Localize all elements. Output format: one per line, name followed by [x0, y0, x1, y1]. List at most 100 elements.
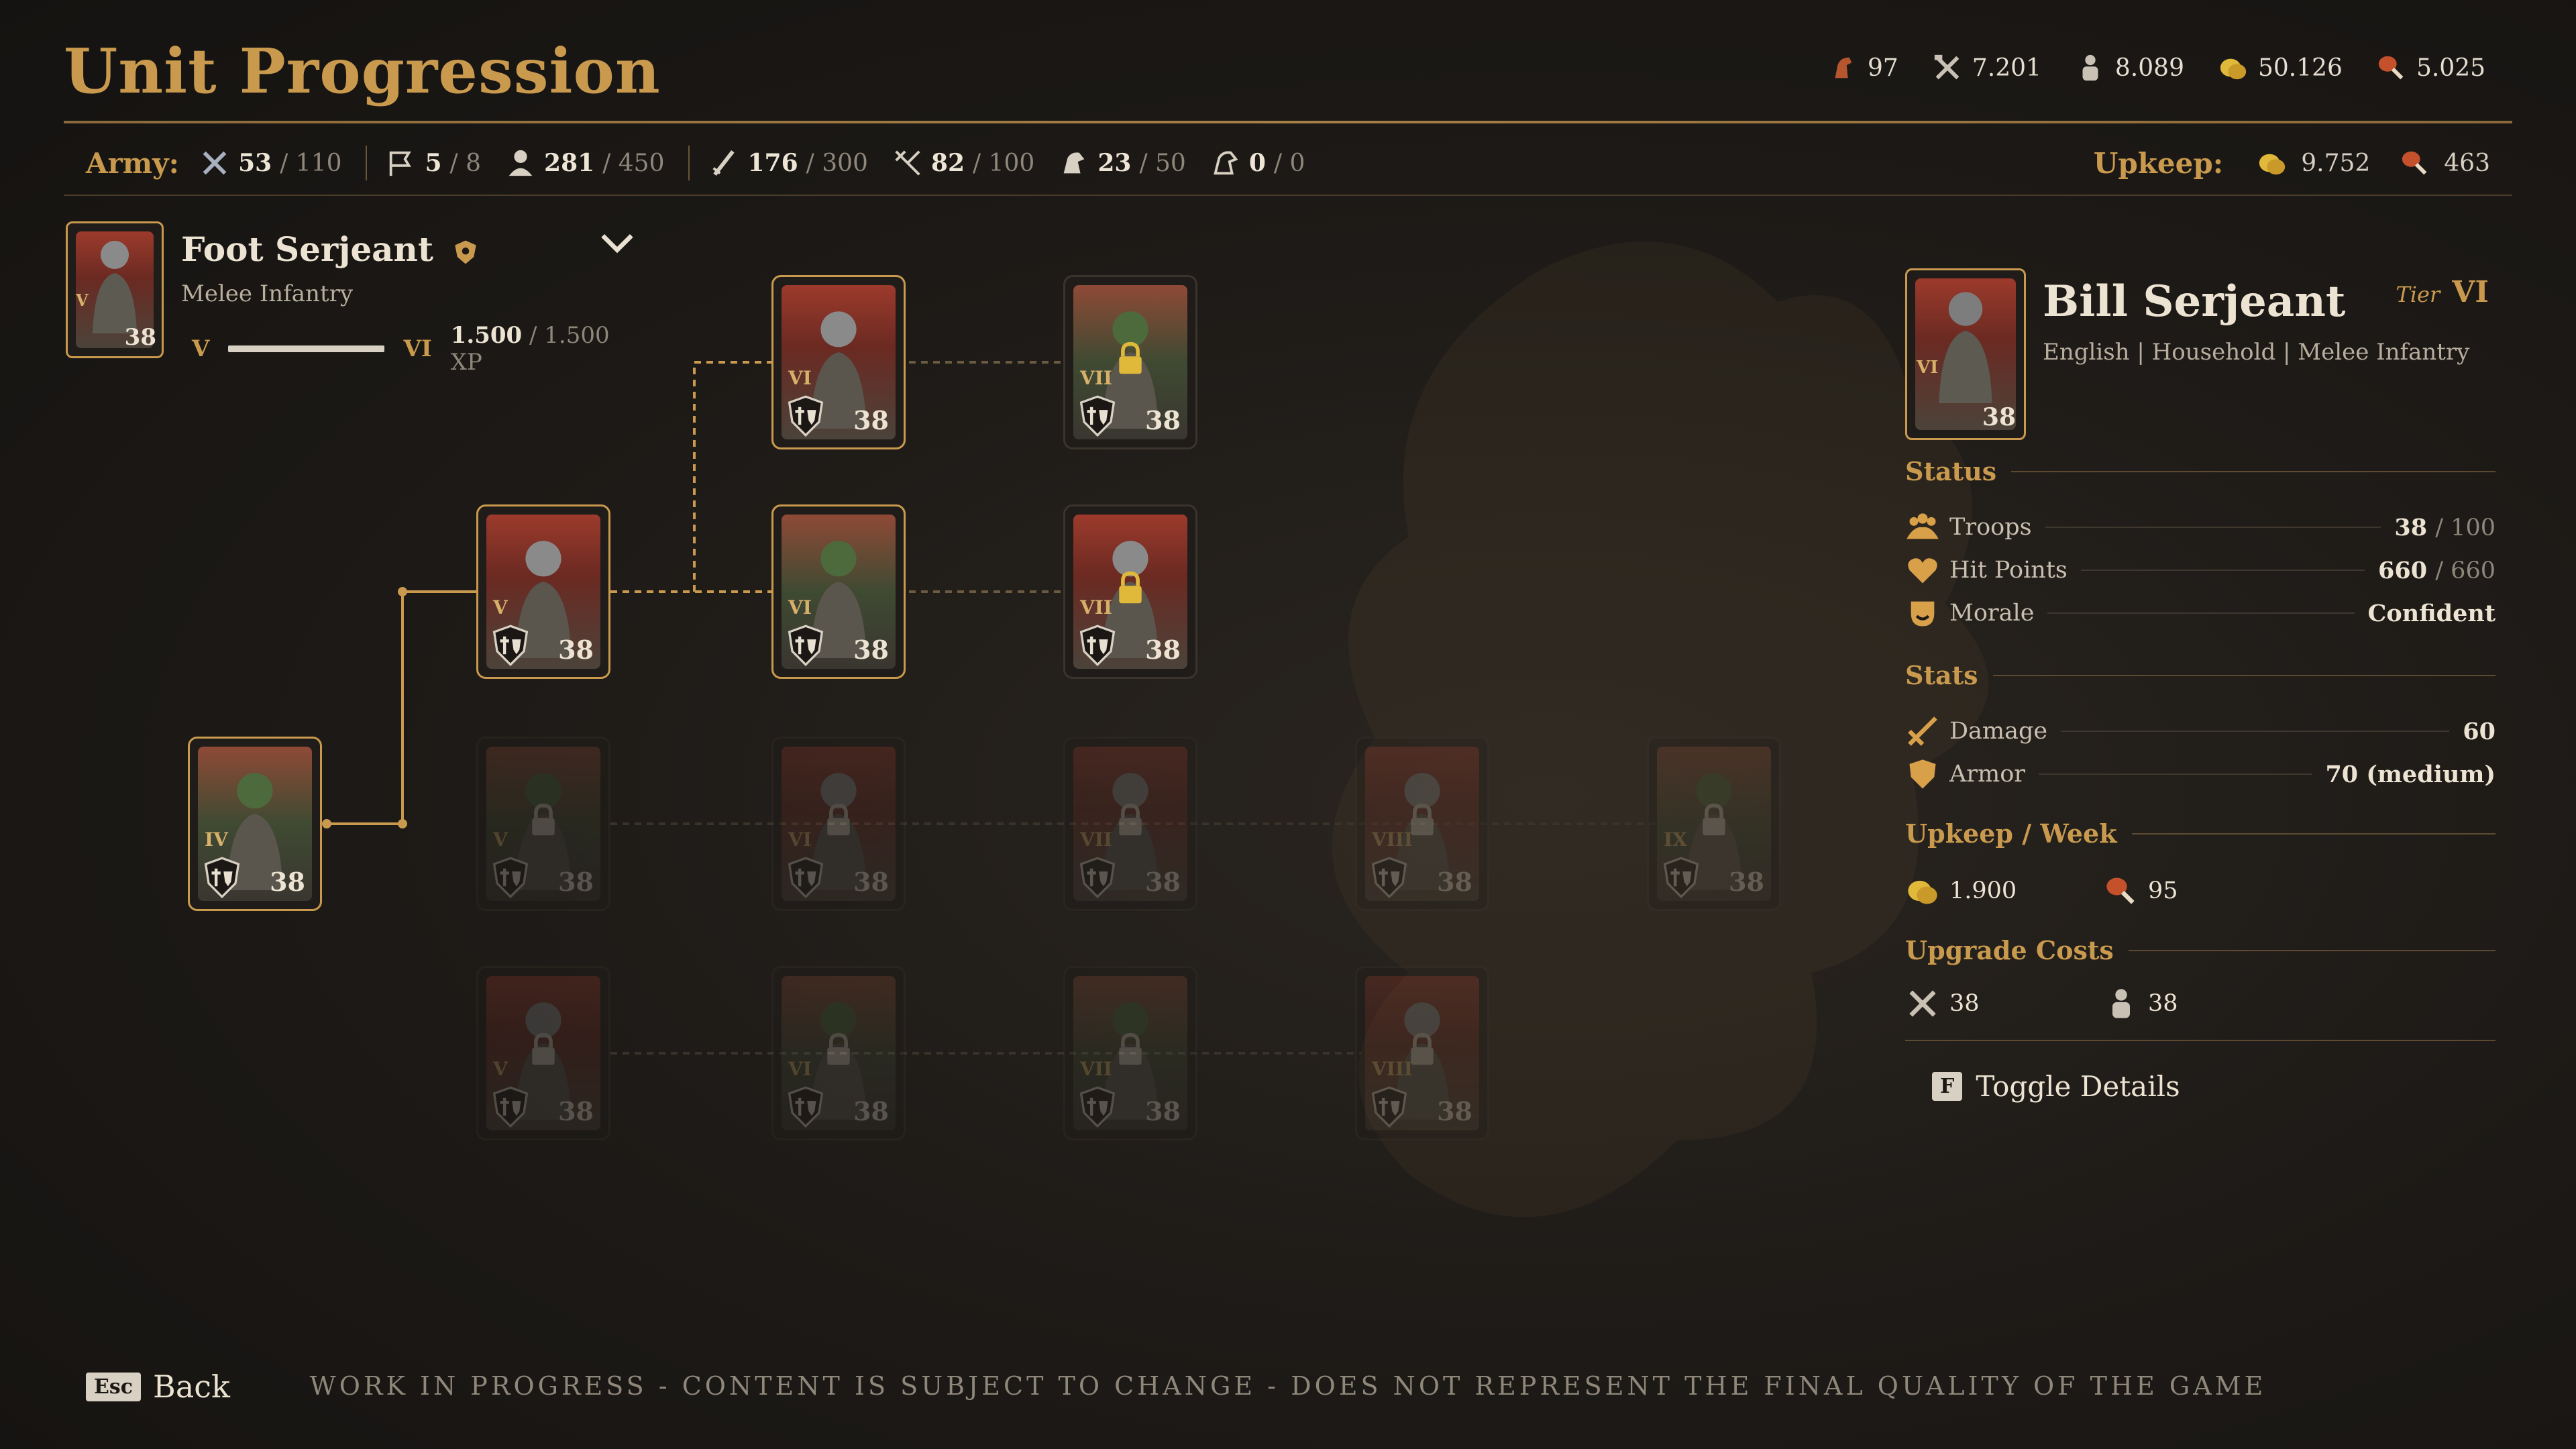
upgrade-costs-row: 38 38 — [1905, 986, 2496, 1021]
card-count: 38 — [853, 1096, 889, 1126]
portrait-tier: VI — [1917, 358, 1939, 378]
unit-class-badge-icon — [492, 1086, 529, 1128]
upkeep-food: 95 — [2148, 877, 2178, 904]
f-key-hint: F — [1932, 1072, 1963, 1101]
lock-icon — [1703, 803, 1725, 836]
card-tier: VI — [788, 596, 812, 619]
soldier-figure — [1939, 292, 1992, 403]
card-count: 38 — [1729, 867, 1764, 897]
food-drumstick-icon — [2104, 873, 2139, 908]
unit-class-badge-icon — [1079, 395, 1116, 437]
upkeep-gold: 1.900 — [1949, 877, 2017, 904]
troops-icon — [1905, 510, 1940, 545]
card-count: 38 — [1145, 1096, 1181, 1126]
population-icon — [2104, 986, 2139, 1021]
panel-divider — [1905, 1040, 2496, 1041]
damage-label: Damage — [1949, 718, 2048, 745]
upgrade-population-cost: 38 — [2148, 990, 2178, 1017]
card-tier: VII — [1080, 1058, 1112, 1080]
lock-icon — [1119, 341, 1142, 374]
unit-card[interactable]: VI 38 — [771, 966, 906, 1140]
unit-card[interactable]: V 38 — [476, 966, 610, 1140]
toggle-details-button[interactable]: F Toggle Details — [1932, 1070, 2180, 1103]
card-count: 38 — [853, 867, 889, 897]
card-tier: VI — [788, 1058, 812, 1080]
unit-class-badge-icon — [1371, 857, 1407, 898]
unit-class-badge-icon — [788, 857, 824, 898]
troops-max: / 100 — [2435, 514, 2496, 541]
card-count: 38 — [1437, 1096, 1472, 1126]
unit-class-badge-icon — [788, 625, 824, 666]
tier-value: VI — [2452, 275, 2489, 309]
troops-current: 38 — [2394, 513, 2428, 541]
lock-icon — [1119, 571, 1142, 604]
upkeep-row: 1.900 95 — [1905, 873, 2496, 908]
upgrade-tools-cost: 38 — [1949, 990, 1980, 1017]
unit-card[interactable]: V 38 — [476, 504, 610, 679]
upkeep-section-title: Upkeep / Week — [1905, 818, 2496, 849]
card-count: 38 — [558, 1096, 594, 1126]
unit-card[interactable]: VIII 38 — [1355, 737, 1489, 911]
damage-value: 60 — [2463, 717, 2496, 745]
lock-icon — [1411, 803, 1434, 836]
damage-row: Damage 60 — [1905, 714, 2496, 749]
unit-card[interactable]: VII 38 — [1063, 275, 1197, 449]
lock-icon — [827, 803, 850, 836]
hp-max: / 660 — [2435, 557, 2496, 584]
detail-unit-name: Bill Serjeant — [2043, 276, 2346, 327]
armor-label: Armor — [1949, 761, 2025, 788]
unit-card[interactable]: VI 38 — [771, 275, 906, 449]
hp-current: 660 — [2378, 556, 2428, 584]
card-tier: VI — [788, 367, 812, 389]
unit-card[interactable]: VII 38 — [1063, 966, 1197, 1140]
unit-card[interactable]: VII 38 — [1063, 737, 1197, 911]
card-count: 38 — [853, 405, 889, 435]
damage-swords-icon — [1905, 714, 1940, 749]
portrait-count: 38 — [1982, 403, 2016, 431]
tier-label: Tier — [2396, 282, 2440, 307]
unit-class-badge-icon — [204, 857, 240, 898]
card-count: 38 — [853, 635, 889, 665]
armor-row: Armor 70 (medium) — [1905, 757, 2496, 792]
unit-card[interactable]: VI 38 — [771, 504, 906, 679]
unit-card[interactable]: VII 38 — [1063, 504, 1197, 679]
morale-label: Morale — [1949, 600, 2035, 627]
unit-class-badge-icon — [1079, 1086, 1116, 1128]
unit-card[interactable]: VI 38 — [771, 737, 906, 911]
unit-class-badge-icon — [492, 857, 529, 898]
unit-card[interactable]: V 38 — [476, 737, 610, 911]
card-count: 38 — [558, 867, 594, 897]
stats-section-title: Stats — [1905, 660, 2496, 690]
card-tier: V — [493, 828, 508, 851]
unit-class-badge-icon — [492, 625, 529, 666]
card-tier: IX — [1664, 828, 1687, 851]
card-count: 38 — [270, 867, 305, 897]
card-tier: V — [493, 1058, 508, 1080]
section-title-text: Stats — [1905, 660, 1978, 690]
unit-class-badge-icon — [1079, 625, 1116, 666]
unit-class-badge-icon — [788, 395, 824, 437]
lock-icon — [827, 1032, 850, 1065]
detail-tier: Tier VI — [2396, 275, 2489, 309]
morale-value: Confident — [2367, 599, 2496, 627]
unit-card[interactable]: IX 38 — [1647, 737, 1781, 911]
upgrade-costs-section-title: Upgrade Costs — [1905, 935, 2496, 965]
section-title-text: Status — [1905, 456, 1997, 486]
toggle-details-label: Toggle Details — [1976, 1070, 2180, 1103]
connector-iv-v — [327, 590, 476, 825]
armor-shield-icon — [1905, 757, 1940, 792]
unit-card[interactable]: VIII 38 — [1355, 966, 1489, 1140]
card-count: 38 — [1145, 635, 1181, 665]
detail-unit-subtitle: English | Household | Melee Infantry — [2043, 339, 2470, 366]
lock-icon — [1119, 803, 1142, 836]
status-section-title: Status — [1905, 456, 2496, 486]
wip-notice: WORK IN PROGRESS - CONTENT IS SUBJECT TO… — [309, 1371, 2267, 1401]
card-tier: V — [493, 596, 508, 619]
unit-card[interactable]: IV 38 — [188, 737, 322, 911]
lock-icon — [532, 1032, 555, 1065]
card-count: 38 — [1145, 405, 1181, 435]
lock-icon — [532, 803, 555, 836]
unit-class-badge-icon — [788, 1086, 824, 1128]
card-tier: VII — [1080, 367, 1112, 389]
troops-row: Troops 38 / 100 — [1905, 510, 2496, 545]
